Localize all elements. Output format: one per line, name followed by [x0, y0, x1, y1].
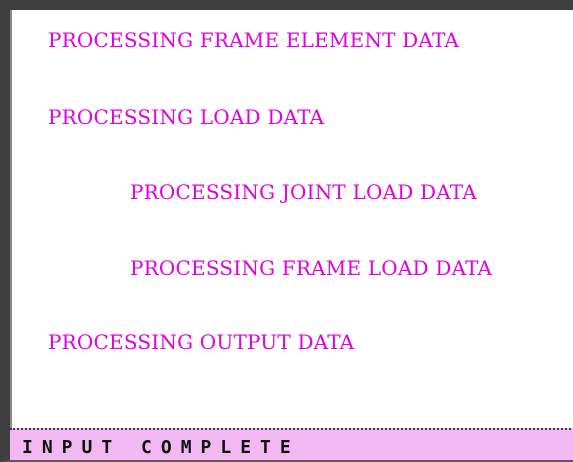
console-line-load: PROCESSING LOAD DATA — [48, 105, 325, 129]
console-line-output: PROCESSING OUTPUT DATA — [48, 330, 355, 354]
console-line-joint-load: PROCESSING JOINT LOAD DATA — [130, 180, 477, 204]
console-line-frame-element: PROCESSING FRAME ELEMENT DATA — [48, 28, 460, 52]
console-line-frame-load: PROCESSING FRAME LOAD DATA — [130, 256, 493, 280]
console-window: PROCESSING FRAME ELEMENT DATA PROCESSING… — [0, 0, 573, 462]
console-inner-border — [10, 10, 12, 460]
status-bar: INPUT COMPLETE — [10, 428, 573, 460]
status-message: INPUT COMPLETE — [22, 437, 300, 458]
